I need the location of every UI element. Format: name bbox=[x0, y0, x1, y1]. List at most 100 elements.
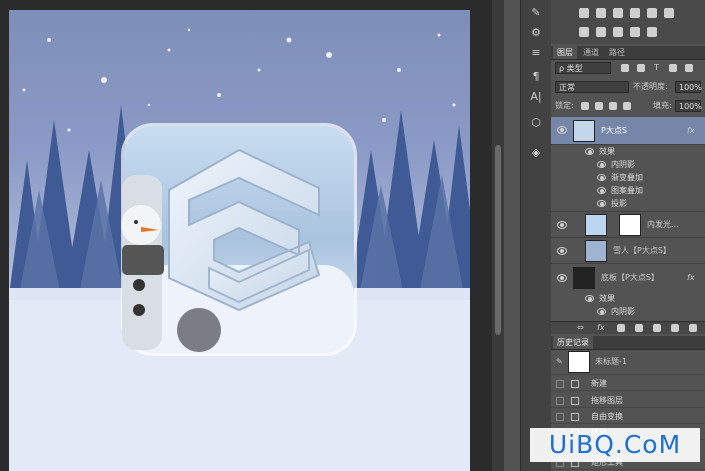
brightness-icon[interactable] bbox=[579, 8, 589, 18]
filter-type-icon[interactable]: T bbox=[654, 62, 659, 74]
lock-transparent-icon[interactable] bbox=[581, 102, 589, 110]
effect-pattern-overlay[interactable]: 图案叠加 bbox=[597, 185, 643, 196]
color-lookup-icon[interactable] bbox=[647, 27, 657, 37]
history-label: 拖移图层 bbox=[591, 396, 623, 405]
layers-tabbar: 图层 通道 路径 bbox=[551, 46, 705, 60]
effects-label: 效果 bbox=[599, 147, 615, 156]
history-step-icon bbox=[571, 397, 579, 405]
new-layer-icon[interactable] bbox=[671, 324, 679, 332]
exposure-icon[interactable] bbox=[630, 8, 640, 18]
new-adjustment-icon[interactable] bbox=[635, 324, 643, 332]
tab-paths[interactable]: 路径 bbox=[605, 46, 629, 59]
site-watermark: UiBQ.CoM bbox=[530, 428, 700, 462]
fx-badge[interactable]: fx bbox=[687, 272, 695, 284]
layer-thumbnail bbox=[585, 214, 607, 236]
effect-inner-shadow[interactable]: 内阴影 bbox=[597, 306, 635, 317]
3d-icon[interactable]: ⬡ bbox=[528, 116, 544, 130]
history-brush-icon[interactable]: ✎ bbox=[528, 6, 544, 20]
layer-row-snowman[interactable]: 雪人【P大点S】 bbox=[551, 238, 705, 264]
opacity-label: 不透明度: bbox=[633, 82, 668, 91]
tool-icon-2[interactable]: ⚙ bbox=[528, 26, 544, 40]
effects-eye-icon[interactable] bbox=[585, 148, 594, 155]
lock-position-icon[interactable] bbox=[609, 102, 617, 110]
color-balance-icon[interactable] bbox=[579, 27, 589, 37]
snapshot-thumbnail bbox=[568, 351, 590, 373]
tab-layers[interactable]: 图层 bbox=[553, 46, 577, 59]
lock-label: 锁定: bbox=[555, 101, 574, 110]
canvas-area[interactable] bbox=[0, 0, 500, 471]
layer-name[interactable]: P大点S bbox=[601, 125, 627, 137]
layer-filter-select[interactable]: ρ 类型 bbox=[555, 62, 611, 74]
layer-row-inner-glow[interactable]: 内发光... bbox=[551, 212, 705, 238]
history-step-icon bbox=[571, 380, 579, 388]
filter-adjust-icon[interactable] bbox=[637, 64, 645, 72]
app-icon-tile bbox=[121, 123, 357, 356]
lock-pixels-icon[interactable] bbox=[595, 102, 603, 110]
visibility-eye-icon[interactable] bbox=[557, 221, 567, 229]
effect-eye-icon[interactable] bbox=[597, 187, 606, 194]
link-layers-icon[interactable]: ⇔ bbox=[577, 322, 584, 334]
scene-artwork bbox=[9, 28, 470, 471]
filter-smart-icon[interactable] bbox=[685, 64, 693, 72]
add-style-icon[interactable]: fx bbox=[597, 322, 605, 334]
vibrance-icon[interactable] bbox=[647, 8, 657, 18]
history-label: 自由变换 bbox=[591, 412, 623, 421]
history-checkbox[interactable] bbox=[556, 380, 564, 388]
effects-label: 效果 bbox=[599, 294, 615, 303]
history-snapshot[interactable]: ✎ 未标题-1 bbox=[551, 350, 705, 375]
character-icon[interactable]: A| bbox=[528, 90, 544, 104]
effect-drop-shadow[interactable]: 投影 bbox=[597, 198, 627, 209]
history-item[interactable]: 新建 bbox=[551, 377, 705, 391]
snapshot-name: 未标题-1 bbox=[595, 357, 627, 366]
layer-row-psd[interactable]: P大点S fx bbox=[551, 117, 705, 145]
history-label: 新建 bbox=[591, 379, 607, 388]
canvas-scroll-thumb[interactable] bbox=[495, 145, 501, 335]
fill-label: 填充: bbox=[653, 101, 672, 110]
history-checkbox[interactable] bbox=[556, 397, 564, 405]
add-mask-icon[interactable] bbox=[617, 324, 625, 332]
layer-thumbnail bbox=[573, 267, 595, 289]
levels-icon[interactable] bbox=[596, 8, 606, 18]
effect-gradient-overlay[interactable]: 渐变叠加 bbox=[597, 172, 643, 183]
layer-name[interactable]: 雪人【P大点S】 bbox=[613, 245, 671, 257]
visibility-eye-icon[interactable] bbox=[557, 274, 567, 282]
bw-icon[interactable] bbox=[596, 27, 606, 37]
history-item[interactable]: 拖移图层 bbox=[551, 394, 705, 408]
channel-mixer-icon[interactable] bbox=[630, 27, 640, 37]
effect-eye-icon[interactable] bbox=[597, 161, 606, 168]
layer-thumbnail bbox=[573, 120, 595, 142]
filter-shape-icon[interactable] bbox=[669, 64, 677, 72]
effect-eye-icon[interactable] bbox=[597, 308, 606, 315]
photo-filter-icon[interactable] bbox=[613, 27, 623, 37]
fx-badge[interactable]: fx bbox=[687, 125, 695, 137]
new-group-icon[interactable] bbox=[653, 324, 661, 332]
tab-channels[interactable]: 通道 bbox=[579, 46, 603, 59]
effect-eye-icon[interactable] bbox=[597, 200, 606, 207]
history-item[interactable]: 自由变换 bbox=[551, 410, 705, 424]
fill-input[interactable]: 100% bbox=[675, 100, 702, 112]
paragraph-icon[interactable]: ¶ bbox=[528, 70, 544, 84]
layer-row-base[interactable]: 底板【P大点S】 fx bbox=[551, 264, 705, 292]
effects-eye-icon[interactable] bbox=[585, 295, 594, 302]
layer-name[interactable]: 内发光... bbox=[647, 219, 679, 231]
curves-icon[interactable] bbox=[613, 8, 623, 18]
layer-effects-group: 效果 内阴影 bbox=[551, 292, 705, 320]
opacity-input[interactable]: 100% bbox=[675, 81, 702, 93]
document-canvas[interactable] bbox=[9, 10, 470, 471]
hue-icon[interactable] bbox=[664, 8, 674, 18]
tab-history[interactable]: 历史记录 bbox=[553, 336, 593, 349]
layer-name[interactable]: 底板【P大点S】 bbox=[601, 272, 659, 284]
brush-preset-icon[interactable]: ◈ bbox=[528, 146, 544, 160]
lock-all-icon[interactable] bbox=[623, 102, 631, 110]
visibility-eye-icon[interactable] bbox=[557, 247, 567, 255]
blend-mode-select[interactable]: 正常 bbox=[555, 81, 629, 93]
filter-pixel-icon[interactable] bbox=[621, 64, 629, 72]
effect-eye-icon[interactable] bbox=[597, 174, 606, 181]
delete-layer-icon[interactable] bbox=[689, 324, 697, 332]
visibility-eye-icon[interactable] bbox=[557, 126, 567, 134]
effect-inner-shadow[interactable]: 内阴影 bbox=[597, 159, 635, 170]
history-brush-icon[interactable]: ✎ bbox=[556, 356, 563, 368]
layers-footer: ⇔ fx bbox=[551, 321, 705, 334]
tool-icon-3[interactable]: ≡ bbox=[528, 46, 544, 60]
history-checkbox[interactable] bbox=[556, 413, 564, 421]
